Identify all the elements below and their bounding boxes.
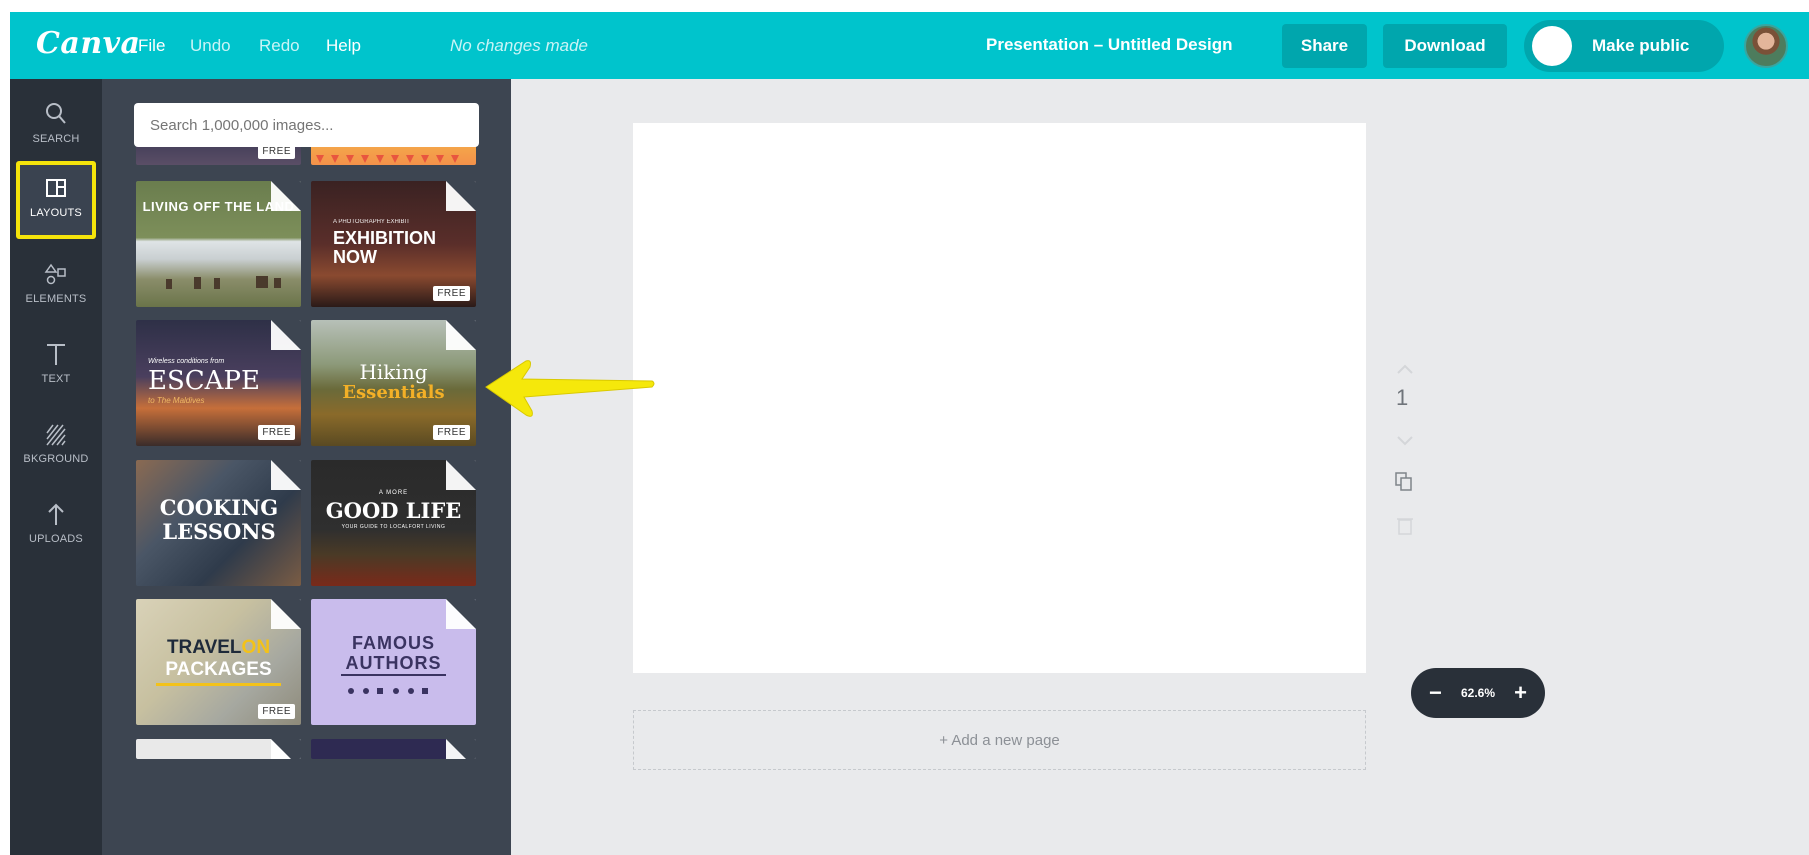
make-public-label: Make public [1592, 36, 1690, 55]
layout-thumbnail-partial[interactable] [311, 739, 476, 759]
download-button[interactable]: Download [1383, 24, 1507, 68]
menu-redo[interactable]: Redo [259, 36, 300, 56]
layouts-panel: FREE LIVING OFF THE LAND A PHOTOGRAPHY E… [102, 79, 511, 855]
sidebar-item-label: UPLOADS [29, 533, 83, 545]
layout-title: Hiking [359, 360, 428, 384]
sidebar-item-search[interactable]: SEARCH [10, 91, 102, 169]
save-status: No changes made [450, 36, 588, 55]
sidebar-rail: SEARCH LAYOUTS ELEMENTS TEXT BKGROUND UP… [10, 79, 102, 855]
layout-thumbnail-cooking-lessons[interactable]: COOKING LESSONS [136, 460, 301, 586]
sidebar-item-label: LAYOUTS [30, 207, 82, 219]
page-fold [446, 320, 476, 350]
layout-title: ESCAPE [148, 366, 260, 396]
layout-thumbnail-partial[interactable] [136, 739, 301, 759]
sidebar-item-label: SEARCH [32, 133, 80, 145]
free-badge: FREE [433, 425, 470, 440]
layout-title-second: PACKAGES [165, 659, 272, 680]
move-up-icon[interactable] [1390, 357, 1420, 381]
design-page[interactable] [633, 123, 1366, 673]
sidebar-item-elements[interactable]: ELEMENTS [10, 251, 102, 329]
layout-thumbnail-famous-authors[interactable]: FAMOUS AUTHORS [311, 599, 476, 725]
make-public-toggle[interactable]: Make public [1524, 20, 1724, 72]
upload-icon [48, 503, 64, 525]
background-icon [46, 424, 66, 446]
sidebar-item-label: ELEMENTS [25, 293, 87, 305]
layout-title-travel: TRAVELON [136, 637, 301, 659]
share-button[interactable]: Share [1282, 24, 1367, 68]
top-bar: Canva File Undo Redo Help No changes mad… [10, 12, 1809, 79]
layouts-icon [46, 179, 66, 197]
search-icon [46, 103, 66, 124]
divider [341, 674, 446, 676]
page-fold [271, 599, 301, 629]
menu-help[interactable]: Help [326, 36, 361, 56]
zoom-in-button[interactable]: + [1514, 680, 1527, 706]
page-fold [271, 181, 301, 211]
layout-title-second: AUTHORS [345, 653, 442, 673]
sidebar-item-text[interactable]: TEXT [10, 331, 102, 409]
delete-icon[interactable] [1390, 513, 1420, 539]
layout-kicker: Wireless conditions from [148, 358, 225, 365]
zoom-control: − 62.6% + [1411, 668, 1545, 718]
elements-icon [44, 263, 66, 285]
free-badge: FREE [258, 704, 295, 719]
copy-icon[interactable] [1390, 469, 1420, 495]
layout-thumbnail-living-off-the-land[interactable]: LIVING OFF THE LAND [136, 181, 301, 307]
layout-subtitle: YOUR GUIDE TO LOCALFORT LIVING [341, 524, 446, 530]
page-fold [446, 460, 476, 490]
toggle-knob [1532, 26, 1572, 66]
page-fold [446, 739, 476, 759]
sidebar-item-uploads[interactable]: UPLOADS [10, 491, 102, 569]
layout-kicker: A MORE [378, 490, 409, 496]
page-fold [446, 599, 476, 629]
layout-thumbnail-exhibition-now[interactable]: A PHOTOGRAPHY EXHIBIT EXHIBITION NOW FRE… [311, 181, 476, 307]
layout-title: COOKING LESSONS [159, 495, 279, 544]
add-page-button[interactable]: + Add a new page [633, 710, 1366, 770]
layout-title: TRAVEL [166, 637, 242, 658]
layout-subtitle: to The Maldives [148, 396, 205, 405]
page-fold [271, 739, 301, 759]
zoom-level: 62.6% [1460, 686, 1496, 700]
avatar[interactable] [1744, 24, 1788, 68]
menu-file[interactable]: File [138, 36, 165, 56]
page-fold [271, 320, 301, 350]
page-fold [446, 181, 476, 211]
sidebar-item-label: TEXT [41, 373, 71, 385]
accent-underline [156, 683, 281, 686]
layout-title-accent: Essentials [342, 382, 445, 403]
canva-logo[interactable]: Canva [36, 26, 141, 61]
layout-kicker: A PHOTOGRAPHY EXHIBIT [333, 219, 410, 225]
free-badge: FREE [433, 286, 470, 301]
layout-thumbnail-escape[interactable]: Wireless conditions from ESCAPE to The M… [136, 320, 301, 446]
move-down-icon[interactable] [1390, 429, 1420, 453]
layout-title: GOOD LIFE [325, 498, 462, 523]
layout-title-accent: ON [241, 637, 271, 658]
layout-thumbnail-good-life[interactable]: A MORE GOOD LIFE YOUR GUIDE TO LOCALFORT… [311, 460, 476, 586]
social-icons [348, 688, 428, 694]
layout-thumbnail-travel-packages[interactable]: TRAVELON PACKAGES FREE [136, 599, 301, 725]
sidebar-item-label: BKGROUND [23, 453, 89, 465]
page-number: 1 [1396, 385, 1409, 410]
layout-title: EXHIBITION NOW [333, 228, 437, 267]
layout-thumbnail-hiking-essentials[interactable]: Hiking Essentials FREE [311, 320, 476, 446]
document-title[interactable]: Presentation – Untitled Design [986, 35, 1233, 55]
image-search-input[interactable] [134, 103, 479, 147]
layout-title: FAMOUS [351, 633, 435, 653]
sidebar-item-layouts[interactable]: LAYOUTS [16, 161, 96, 239]
text-icon [47, 344, 65, 365]
free-badge: FREE [258, 425, 295, 440]
horses-silhouette [166, 276, 281, 289]
menu-undo[interactable]: Undo [190, 36, 231, 56]
annotation-arrow-icon [485, 360, 655, 417]
sidebar-item-background[interactable]: BKGROUND [10, 411, 102, 489]
zoom-out-button[interactable]: − [1429, 680, 1442, 706]
page-fold [271, 460, 301, 490]
canva-editor: Canva File Undo Redo Help No changes mad… [10, 12, 1809, 855]
